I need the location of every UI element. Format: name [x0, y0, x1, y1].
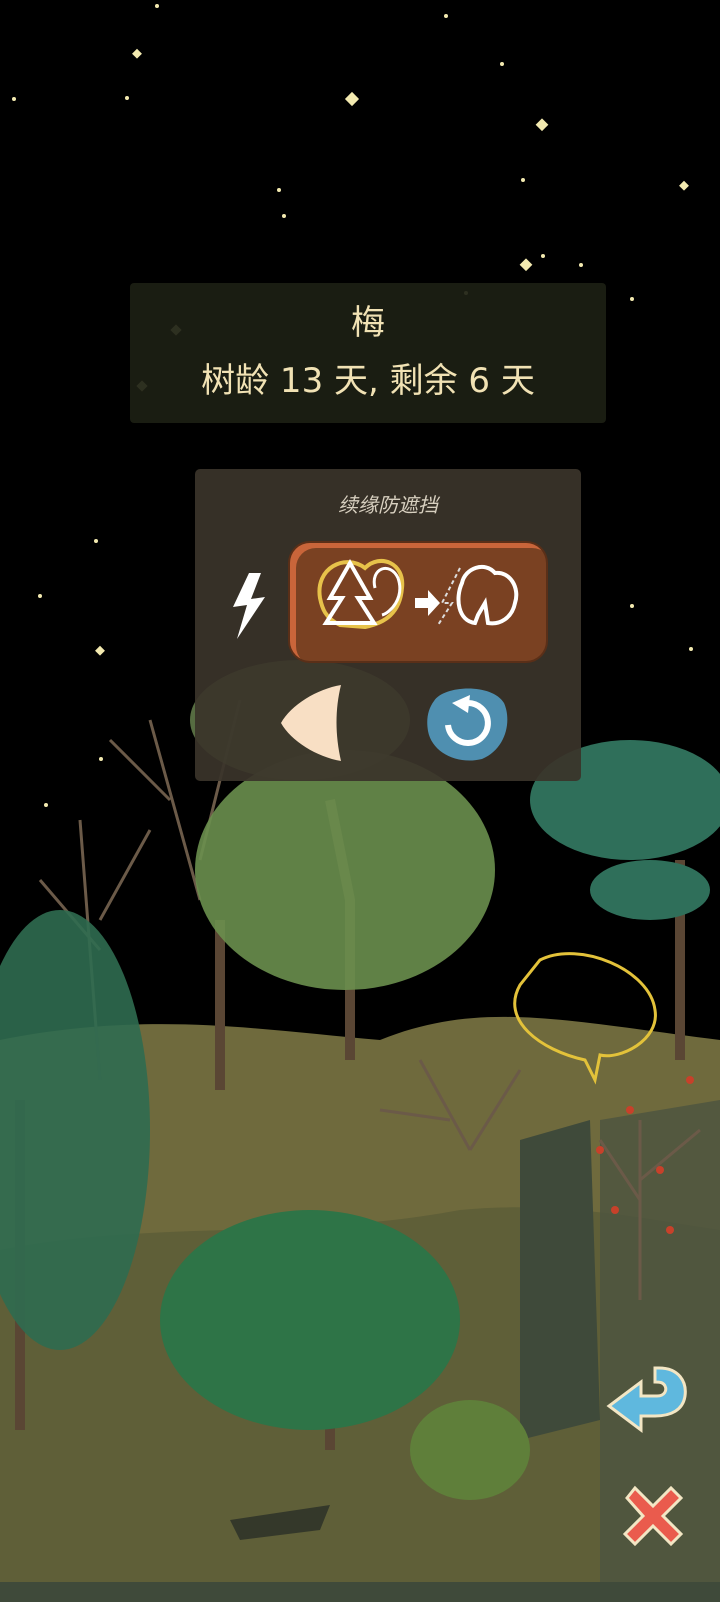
- bottom-bar: [0, 1582, 720, 1602]
- lightning-icon: [233, 573, 265, 639]
- tree-transparency-toggle-icon: [317, 558, 519, 630]
- tree-name: 梅: [351, 303, 385, 343]
- panel-title: 续缘防遮挡: [338, 493, 438, 517]
- triangle-left-icon: [281, 685, 341, 761]
- close-button[interactable]: [617, 1480, 689, 1552]
- previous-button[interactable]: [277, 679, 349, 765]
- occlusion-control-panel: 续缘防遮挡: [195, 469, 581, 781]
- back-button[interactable]: [605, 1362, 691, 1434]
- return-arrow-icon: [606, 1366, 687, 1433]
- transparency-toggle-button[interactable]: [290, 543, 546, 661]
- reset-button[interactable]: [422, 681, 512, 763]
- tree-age-text: 树龄 13 天, 剩余 6 天: [201, 361, 535, 401]
- close-x-icon: [622, 1485, 684, 1547]
- tree-info-panel: 梅 树龄 13 天, 剩余 6 天: [130, 283, 606, 423]
